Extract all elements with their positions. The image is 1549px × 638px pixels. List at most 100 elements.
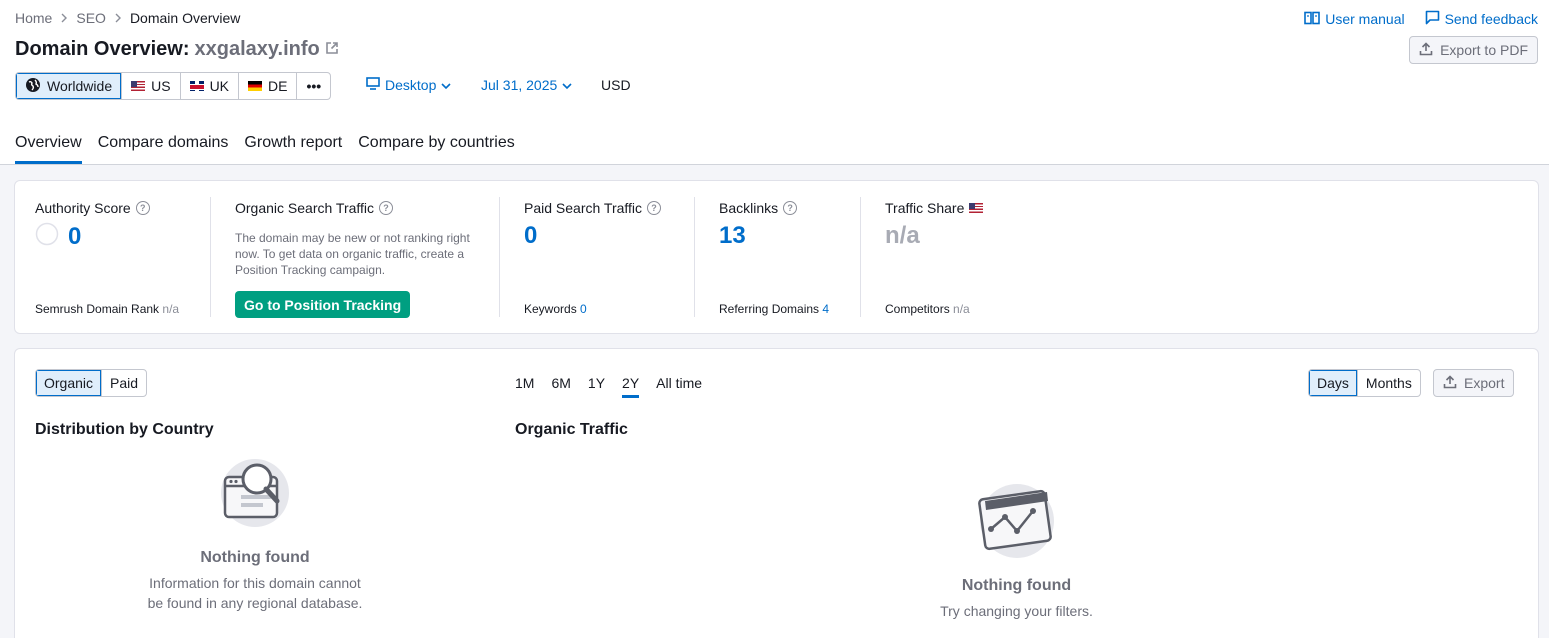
- months-button[interactable]: Months: [1358, 370, 1420, 396]
- organic-traffic-label: Organic Search Traffic: [235, 200, 375, 216]
- upload-icon: [1443, 374, 1457, 392]
- referring-domains-label: Referring Domains: [719, 302, 820, 316]
- info-icon[interactable]: ?: [647, 201, 662, 215]
- page-title-prefix: Domain Overview:: [15, 38, 190, 60]
- db-us-button[interactable]: US: [122, 73, 181, 99]
- breadcrumb-home[interactable]: Home: [15, 10, 52, 26]
- period-all-time[interactable]: All time: [656, 375, 702, 398]
- paid-toggle-button[interactable]: Paid: [102, 370, 146, 396]
- db-worldwide-label: Worldwide: [47, 78, 113, 94]
- breadcrumb: Home SEO Domain Overview: [15, 10, 240, 26]
- breadcrumb-current: Domain Overview: [129, 10, 241, 26]
- chat-icon: [1425, 10, 1440, 28]
- upload-icon: [1419, 41, 1433, 59]
- metric-divider: [860, 197, 861, 317]
- period-2y[interactable]: 2Y: [622, 375, 640, 398]
- more-databases-button[interactable]: •••: [297, 73, 330, 99]
- domain-rank-label: Semrush Domain Rank: [35, 302, 160, 316]
- chevron-down-icon: [441, 77, 451, 93]
- days-button[interactable]: Days: [1309, 370, 1358, 396]
- organic-traffic-title: Organic Traffic: [515, 421, 628, 438]
- tab-overview[interactable]: Overview: [15, 134, 82, 164]
- db-uk-button[interactable]: UK: [181, 73, 240, 99]
- db-de-button[interactable]: DE: [239, 73, 298, 99]
- metric-divider: [210, 197, 211, 317]
- period-6m[interactable]: 6M: [551, 375, 570, 398]
- tab-compare-domains[interactable]: Compare domains: [98, 134, 229, 164]
- backlinks-label: Backlinks: [719, 200, 779, 216]
- db-us-label: US: [151, 78, 171, 94]
- authority-score-label: Authority Score: [35, 200, 131, 216]
- info-icon[interactable]: ?: [783, 201, 798, 215]
- traffic-share-metric: Traffic Share n/a Competitors n/a: [885, 181, 1085, 333]
- page-title: Domain Overview: xxgalaxy.info: [15, 38, 339, 61]
- distribution-empty-text-2: be found in any regional database.: [147, 595, 363, 611]
- date-label: Jul 31, 2025: [481, 77, 558, 93]
- database-selector: Worldwide US UK DE •••: [15, 72, 332, 100]
- paid-traffic-label: Paid Search Traffic: [524, 200, 643, 216]
- authority-score-value[interactable]: 0: [68, 223, 81, 251]
- top-links: User manual Send feedback: [1304, 10, 1538, 28]
- main-tabs: Overview Compare domains Growth report C…: [15, 134, 515, 164]
- traffic-empty-title: Nothing found: [961, 577, 1072, 594]
- tab-growth-report[interactable]: Growth report: [244, 134, 342, 164]
- export-button[interactable]: Export: [1433, 369, 1515, 397]
- referring-domains-value[interactable]: 4: [822, 302, 829, 316]
- granularity-toggle: Days Months: [1308, 369, 1421, 397]
- keywords-label: Keywords: [524, 302, 577, 316]
- date-selector[interactable]: Jul 31, 2025: [481, 77, 572, 93]
- export-pdf-label: Export to PDF: [1440, 42, 1528, 58]
- competitors-label: Competitors: [885, 302, 950, 316]
- traffic-empty-text: Try changing your filters.: [940, 603, 1093, 619]
- period-selector: 1M 6M 1Y 2Y All time: [515, 375, 702, 398]
- magnifier-browser-icon: [35, 455, 475, 529]
- metric-divider: [694, 197, 695, 317]
- globe-icon: [25, 77, 41, 96]
- info-icon[interactable]: ?: [379, 201, 394, 215]
- competitors-value: n/a: [953, 302, 970, 316]
- referring-domains-row: Referring Domains 4: [719, 302, 829, 316]
- backlinks-value[interactable]: 13: [719, 222, 859, 250]
- distribution-empty-title: Nothing found: [200, 549, 310, 566]
- book-icon: [1304, 11, 1321, 28]
- distribution-title: Distribution by Country: [35, 421, 214, 438]
- organic-toggle-button[interactable]: Organic: [36, 370, 103, 396]
- chart-browser-icon: [515, 481, 1518, 561]
- metrics-card: Authority Score ? 0 Semrush Domain Rank …: [14, 180, 1539, 334]
- period-1m[interactable]: 1M: [515, 375, 534, 398]
- tab-compare-by-countries[interactable]: Compare by countries: [358, 134, 515, 164]
- traffic-share-value: n/a: [885, 222, 920, 249]
- domain-name[interactable]: xxgalaxy.info: [195, 38, 320, 61]
- db-worldwide-button[interactable]: Worldwide: [16, 73, 123, 99]
- us-flag-icon: [969, 203, 984, 213]
- chevron-right-icon: [114, 10, 122, 26]
- uk-flag-icon: [189, 81, 204, 91]
- info-icon[interactable]: ?: [135, 201, 150, 215]
- traffic-card: Organic Paid 1M 6M 1Y 2Y All time Days M…: [14, 348, 1539, 638]
- db-de-label: DE: [268, 78, 288, 94]
- device-label: Desktop: [385, 77, 437, 93]
- competitors-row: Competitors n/a: [885, 302, 970, 316]
- export-pdf-button[interactable]: Export to PDF: [1409, 36, 1538, 64]
- desktop-icon: [366, 77, 380, 93]
- authority-score-metric: Authority Score ? 0 Semrush Domain Rank …: [35, 181, 210, 333]
- device-selector[interactable]: Desktop: [366, 77, 451, 93]
- user-manual-link[interactable]: User manual: [1304, 10, 1405, 28]
- paid-traffic-value[interactable]: 0: [524, 222, 694, 250]
- metric-divider: [499, 197, 500, 317]
- organic-traffic-note: The domain may be new or not ranking rig…: [235, 231, 470, 277]
- period-1y[interactable]: 1Y: [588, 375, 605, 398]
- send-feedback-link[interactable]: Send feedback: [1425, 10, 1538, 28]
- external-link-icon[interactable]: [325, 38, 339, 61]
- chevron-down-icon: [562, 77, 572, 93]
- keywords-value[interactable]: 0: [580, 302, 587, 316]
- breadcrumb-seo[interactable]: SEO: [76, 10, 106, 26]
- us-flag-icon: [131, 81, 146, 91]
- distribution-empty-text-1: Information for this domain cannot: [149, 575, 361, 591]
- currency-label: USD: [601, 77, 631, 93]
- go-to-position-tracking-button[interactable]: Go to Position Tracking: [235, 291, 411, 318]
- export-label: Export: [1464, 375, 1505, 391]
- domain-rank-value: n/a: [162, 302, 180, 316]
- distribution-empty-state: Nothing found Information for this domai…: [35, 455, 475, 613]
- paid-traffic-metric: Paid Search Traffic ? 0 Keywords 0: [524, 181, 694, 333]
